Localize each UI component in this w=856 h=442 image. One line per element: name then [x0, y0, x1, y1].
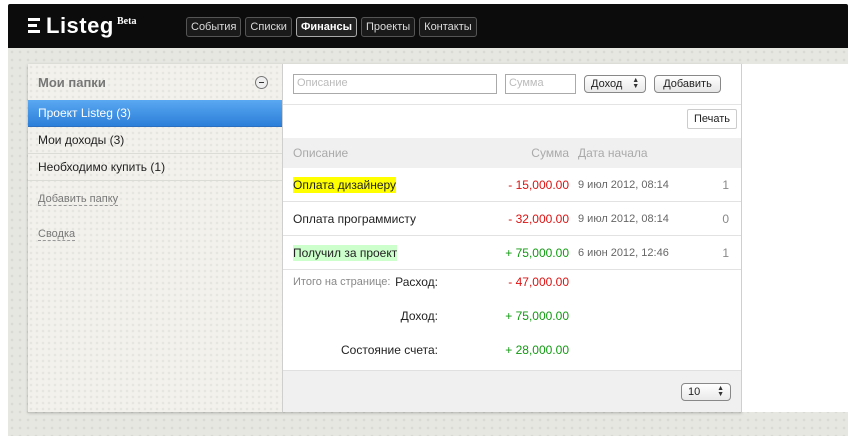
tab-contacts[interactable]: Контакты — [419, 17, 477, 37]
row-description[interactable]: Оплата дизайнеру — [293, 176, 397, 193]
page-background: Мои папки Проект Listeg (3) Мои доходы (… — [8, 48, 848, 436]
row-amount: - 32,000.00 — [508, 211, 569, 226]
type-select-value: Доход — [591, 78, 623, 90]
finance-table: Описание Сумма Дата начала Оплата дизайн… — [283, 138, 741, 270]
add-button[interactable]: Добавить — [654, 75, 721, 93]
income-label: Доход: — [400, 309, 438, 323]
tab-lists[interactable]: Списки — [245, 17, 292, 37]
income-value: + 75,000.00 — [505, 309, 569, 323]
sidebar-header: Мои папки — [28, 64, 282, 100]
description-input[interactable]: Описание — [293, 74, 497, 94]
collapse-icon[interactable] — [255, 75, 268, 89]
balance-total-row: Состояние счета: + 28,000.00 — [283, 333, 741, 367]
brand-name: Listeg — [46, 13, 114, 38]
income-total-row: Доход: + 75,000.00 — [283, 299, 741, 333]
per-page-select[interactable]: 10 ▲ ▼ — [681, 383, 731, 401]
header-description[interactable]: Описание — [293, 146, 348, 160]
expense-total-row: Итого на странице: Расход: - 47,000.00 — [283, 265, 741, 299]
main-nav: События Списки Финансы Проекты Контакты — [186, 17, 477, 37]
amount-input[interactable]: Сумма — [505, 74, 576, 94]
sidebar-item-my-income[interactable]: Мои доходы (3) — [28, 127, 282, 154]
add-folder-link[interactable]: Добавить папку — [38, 193, 119, 206]
row-count: 0 — [722, 211, 729, 226]
page-totals-note: Итого на странице: — [293, 276, 391, 288]
row-date: 6 июн 2012, 12:46 — [578, 246, 669, 259]
summary-link[interactable]: Сводка — [38, 228, 76, 241]
balance-value: + 28,000.00 — [505, 343, 569, 357]
row-date: 9 июл 2012, 08:14 — [578, 178, 669, 191]
updown-arrows-icon: ▲ ▼ — [717, 385, 724, 398]
sidebar: Мои папки Проект Listeg (3) Мои доходы (… — [28, 64, 283, 412]
list-logo-icon — [28, 18, 40, 34]
logo[interactable]: Listeg — [28, 12, 114, 40]
row-description[interactable]: Получил за проект — [293, 244, 398, 261]
expense-value: - 47,000.00 — [508, 275, 569, 289]
tab-projects[interactable]: Проекты — [361, 17, 416, 37]
add-entry-form: Описание Сумма Доход ▲ ▼ Добавить — [283, 64, 741, 104]
page-totals: Итого на странице: Расход: - 47,000.00 Д… — [283, 265, 741, 367]
expense-label: Расход: — [395, 275, 438, 289]
main-content: Описание Сумма Доход ▲ ▼ Добавить Печать … — [283, 64, 741, 412]
app-panel: Мои папки Проект Listeg (3) Мои доходы (… — [28, 64, 742, 412]
beta-badge: Beta — [117, 16, 137, 27]
row-amount: - 15,000.00 — [508, 177, 569, 192]
updown-arrows-icon: ▲ ▼ — [632, 77, 640, 90]
table-header: Описание Сумма Дата начала — [283, 138, 741, 168]
sidebar-title: Мои папки — [38, 74, 106, 90]
sidebar-item-project-listeg[interactable]: Проект Listeg (3) — [28, 100, 282, 127]
table-row[interactable]: Оплата дизайнеру - 15,000.00 9 июл 2012,… — [283, 168, 741, 202]
right-empty-area — [742, 64, 848, 412]
row-date: 9 июл 2012, 08:14 — [578, 212, 669, 225]
header-amount[interactable]: Сумма — [531, 146, 569, 160]
print-button[interactable]: Печать — [686, 109, 737, 129]
per-page-value: 10 — [688, 386, 701, 398]
table-row[interactable]: Оплата программисту - 32,000.00 9 июл 20… — [283, 202, 741, 236]
row-count: 1 — [722, 245, 729, 260]
balance-label: Состояние счета: — [341, 343, 438, 357]
print-row: Печать — [283, 104, 741, 138]
top-bar: Listeg Beta События Списки Финансы Проек… — [8, 4, 848, 48]
sidebar-item-need-to-buy[interactable]: Необходимо купить (1) — [28, 154, 282, 181]
row-description[interactable]: Оплата программисту — [293, 212, 416, 226]
tab-finance[interactable]: Финансы — [295, 17, 358, 37]
table-footer: 10 ▲ ▼ — [283, 370, 741, 412]
type-select[interactable]: Доход ▲ ▼ — [584, 75, 647, 93]
row-count: 1 — [722, 177, 729, 192]
row-amount: + 75,000.00 — [505, 245, 569, 260]
tab-events[interactable]: События — [186, 17, 242, 37]
header-date[interactable]: Дата начала — [578, 146, 648, 160]
